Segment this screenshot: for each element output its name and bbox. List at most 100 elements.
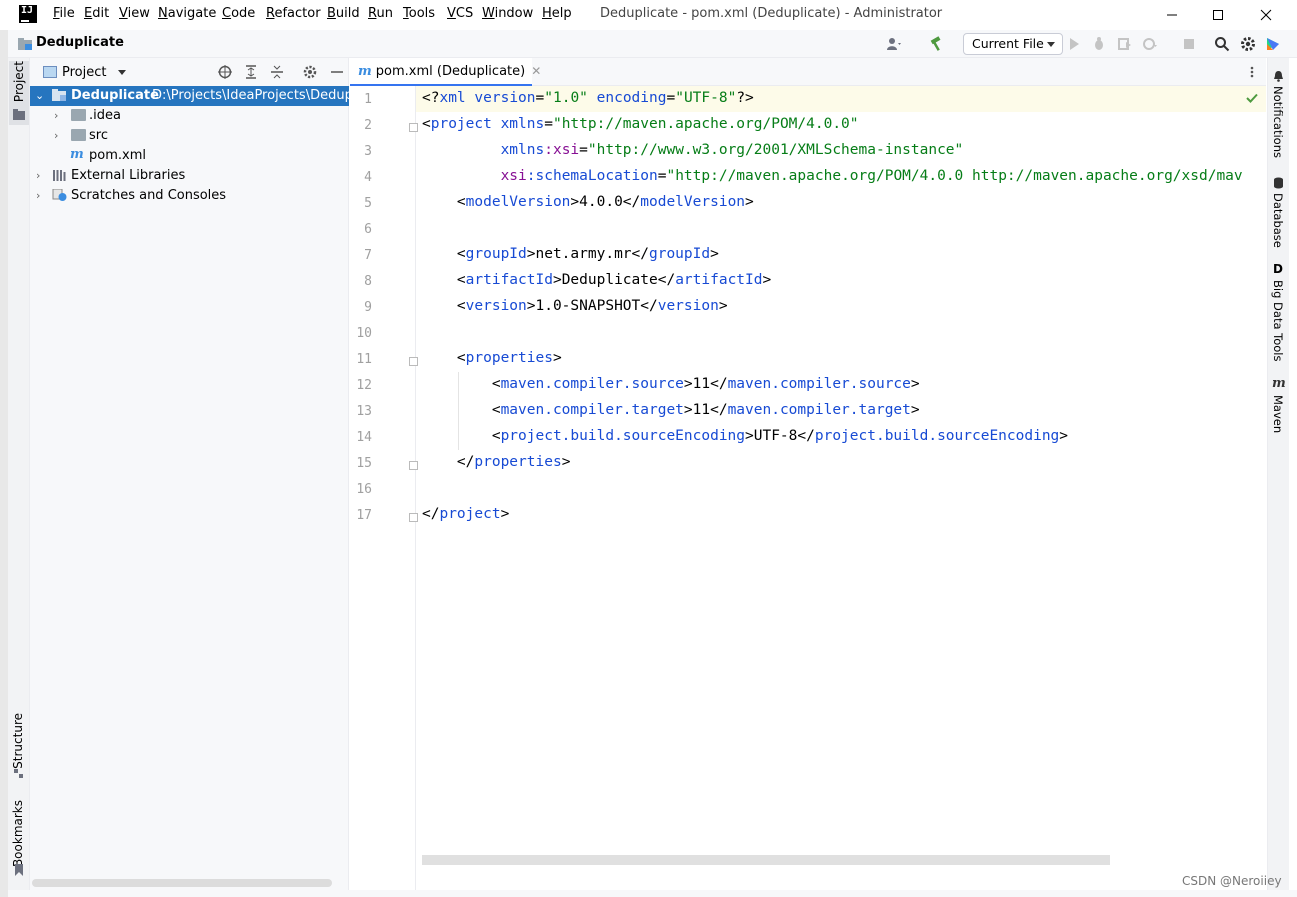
bookmarks-tool-button[interactable]: Bookmarks (11, 800, 25, 871)
menu-refactor[interactable]: Refactor (266, 6, 321, 21)
title-bar: IJ File Edit View Navigate Code Refactor… (0, 0, 1297, 30)
project-view-selector[interactable]: Project (62, 65, 106, 80)
window-edge (0, 30, 8, 897)
profiler-icon[interactable] (1142, 36, 1158, 52)
stop-icon[interactable] (1181, 36, 1197, 52)
code-line-2: <project xmlns="http://maven.apache.org/… (422, 116, 859, 132)
code-line-15: </properties> (422, 454, 571, 470)
collapse-all-icon[interactable] (270, 65, 284, 79)
coverage-icon[interactable] (1117, 36, 1133, 52)
menu-help[interactable]: Help (542, 6, 572, 21)
module-folder-icon (52, 89, 66, 101)
structure-tool-button[interactable]: Structure (11, 713, 25, 773)
code-line-7: <groupId>net.army.mr</groupId> (422, 246, 719, 262)
project-panel: Project ⌄ Deduplicate D:\Projects\IdeaPr… (30, 58, 375, 890)
intellij-logo-icon: IJ (19, 5, 37, 23)
user-account-icon[interactable] (886, 36, 902, 52)
tab-label: pom.xml (Deduplicate) (375, 64, 526, 79)
left-tool-window-strip: Project Structure Bookmarks (8, 58, 30, 890)
minimize-button[interactable] (1149, 0, 1195, 30)
menu-run[interactable]: Run (368, 6, 393, 21)
tree-item-src[interactable]: › src (30, 126, 349, 146)
tree-item-label: .idea (89, 108, 121, 123)
tab-pom-xml[interactable]: m pom.xml (Deduplicate) ✕ (350, 58, 541, 86)
options-gear-icon[interactable] (303, 65, 317, 79)
chevron-right-icon[interactable]: › (54, 109, 58, 122)
hide-panel-icon[interactable] (330, 65, 344, 79)
code-line-3: xmlns:xsi="http://www.w3.org/2001/XMLSch… (500, 142, 964, 158)
chevron-down-icon[interactable]: ⌄ (35, 89, 44, 102)
bell-icon (1274, 71, 1283, 82)
tree-item-scratches[interactable]: › Scratches and Consoles (30, 186, 349, 206)
folder-icon (13, 109, 25, 120)
expand-all-icon[interactable] (244, 65, 258, 79)
project-panel-header: Project (30, 58, 349, 86)
big-data-tools-button[interactable]: Big Data Tools (1271, 280, 1285, 365)
more-options-icon[interactable] (1250, 66, 1254, 78)
project-path: D:\Projects\IdeaProjects\Deduplica (152, 88, 376, 103)
code-line-14: <project.build.sourceEncoding>UTF-8</pro… (422, 428, 1069, 444)
locate-file-icon[interactable] (218, 65, 232, 79)
notifications-label: Notifications (1271, 86, 1285, 158)
run-icon[interactable] (1066, 36, 1082, 52)
menu-navigate[interactable]: Navigate (158, 6, 216, 21)
chevron-right-icon[interactable]: › (36, 189, 40, 202)
code-line-17: </project> (422, 506, 510, 522)
watermark-text: CSDN @Neroiiey (1182, 874, 1282, 888)
menu-code[interactable]: Code (222, 6, 255, 21)
no-problems-check-icon[interactable] (1246, 93, 1258, 103)
code-line-11: <properties> (422, 350, 562, 366)
chevron-down-icon[interactable] (118, 70, 126, 75)
chevron-right-icon[interactable]: › (36, 169, 40, 182)
code-line-4: xsi:schemaLocation="http://maven.apache.… (500, 168, 1243, 184)
horizontal-scrollbar[interactable] (422, 855, 1110, 865)
maximize-button[interactable] (1195, 0, 1241, 30)
close-tab-icon[interactable]: ✕ (531, 64, 541, 78)
debug-icon[interactable] (1091, 36, 1107, 52)
tree-item-external-libraries[interactable]: › External Libraries (30, 166, 349, 186)
toolbox-logo-icon[interactable] (1265, 36, 1281, 52)
library-icon (53, 170, 66, 181)
chevron-down-icon (1047, 42, 1055, 47)
code-editor: m pom.xml (Deduplicate) ✕ 1 2 3 4 5 6 7 8 … (350, 58, 1266, 890)
horizontal-scrollbar[interactable] (32, 879, 332, 887)
maven-file-icon: m (358, 64, 372, 79)
database-tool-button[interactable]: Database (1271, 193, 1285, 252)
database-label: Database (1271, 193, 1285, 248)
settings-gear-icon[interactable] (1240, 36, 1256, 52)
notifications-tool-button[interactable]: Notifications (1271, 86, 1285, 162)
menu-window[interactable]: Window (482, 6, 533, 21)
code-line-5: <modelVersion>4.0.0</modelVersion> (422, 194, 754, 210)
search-icon[interactable] (1214, 36, 1230, 52)
code-line-9: <version>1.0-SNAPSHOT</version> (422, 298, 728, 314)
chevron-right-icon[interactable]: › (54, 129, 58, 142)
run-configuration-label: Current File (972, 36, 1044, 51)
breadcrumb-project[interactable]: Deduplicate (36, 35, 124, 50)
maven-tool-button[interactable]: Maven (1271, 395, 1285, 437)
code-line-1: <?xml version="1.0" encoding="UTF-8"?> (422, 90, 754, 106)
menu-vcs[interactable]: VCS (447, 6, 473, 21)
bookmarks-tool-label: Bookmarks (11, 800, 25, 868)
tree-item-pom[interactable]: m pom.xml (30, 146, 349, 166)
tree-item-project-root[interactable]: ⌄ Deduplicate D:\Projects\IdeaProjects\D… (30, 86, 375, 106)
window-title: Deduplicate - pom.xml (Deduplicate) - Ad… (600, 6, 943, 21)
menu-file[interactable]: File (53, 6, 75, 21)
menu-build[interactable]: Build (327, 6, 360, 21)
right-tool-window-strip: Notifications Database D Big Data Tools … (1267, 58, 1289, 890)
close-icon (1260, 9, 1272, 21)
code-line-13: <maven.compiler.target>11</maven.compile… (422, 402, 920, 418)
close-window-button[interactable] (1243, 0, 1289, 30)
build-hammer-icon[interactable] (928, 36, 944, 52)
menu-tools[interactable]: Tools (403, 6, 435, 21)
tree-item-label: External Libraries (71, 168, 186, 183)
window-edge (1289, 58, 1297, 890)
big-data-tools-icon: D (1273, 262, 1283, 276)
tree-item-idea[interactable]: › .idea (30, 106, 349, 126)
bookmark-icon (15, 864, 23, 876)
code-line-12: <maven.compiler.source>11</maven.compile… (422, 376, 920, 392)
run-configuration-select[interactable]: Current File (963, 33, 1063, 55)
menu-edit[interactable]: Edit (84, 6, 109, 21)
structure-icon (14, 769, 23, 778)
menu-view[interactable]: View (119, 6, 150, 21)
code-area[interactable]: <?xml version="1.0" encoding="UTF-8"?> <… (350, 86, 1266, 856)
